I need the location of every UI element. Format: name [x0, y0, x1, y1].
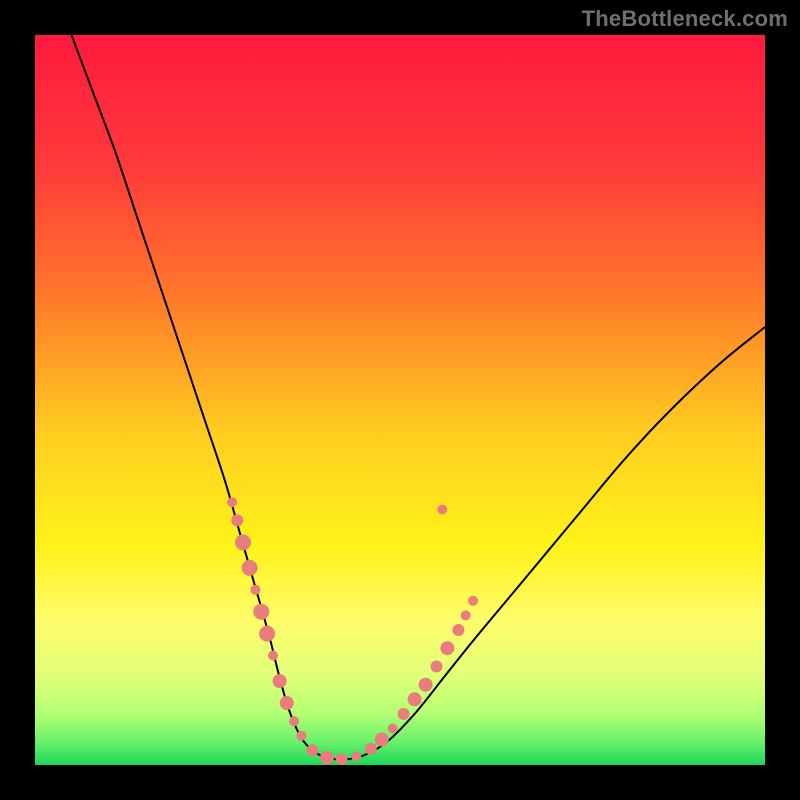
curve-marker [351, 751, 361, 761]
curve-marker [468, 596, 478, 606]
curve-marker [253, 604, 269, 620]
curve-marker [268, 651, 278, 661]
curve-marker [398, 708, 410, 720]
chart-frame: TheBottleneck.com [0, 0, 800, 800]
curve-marker [452, 624, 464, 636]
curve-marker [259, 626, 275, 642]
curve-marker [242, 560, 258, 576]
curve-marker [280, 696, 294, 710]
curve-marker [461, 610, 471, 620]
curve-marker [431, 661, 443, 673]
curve-marker [336, 753, 348, 765]
curve-marker [231, 514, 243, 526]
watermark-text: TheBottleneck.com [582, 6, 788, 32]
curve-marker [375, 733, 389, 747]
curve-marker [289, 716, 299, 726]
curve-marker [227, 497, 237, 507]
curve-marker [306, 744, 318, 756]
curve-marker [251, 585, 261, 595]
plot-area [35, 35, 765, 765]
curve-marker [235, 534, 251, 550]
bottleneck-chart [35, 35, 765, 765]
curve-marker [388, 724, 398, 734]
curve-marker [437, 505, 447, 515]
curve-marker [408, 692, 422, 706]
curve-marker [365, 743, 377, 755]
gradient-background [35, 35, 765, 765]
curve-marker [440, 641, 454, 655]
curve-marker [320, 751, 334, 765]
curve-marker [296, 731, 306, 741]
curve-marker [419, 678, 433, 692]
curve-marker [273, 674, 287, 688]
